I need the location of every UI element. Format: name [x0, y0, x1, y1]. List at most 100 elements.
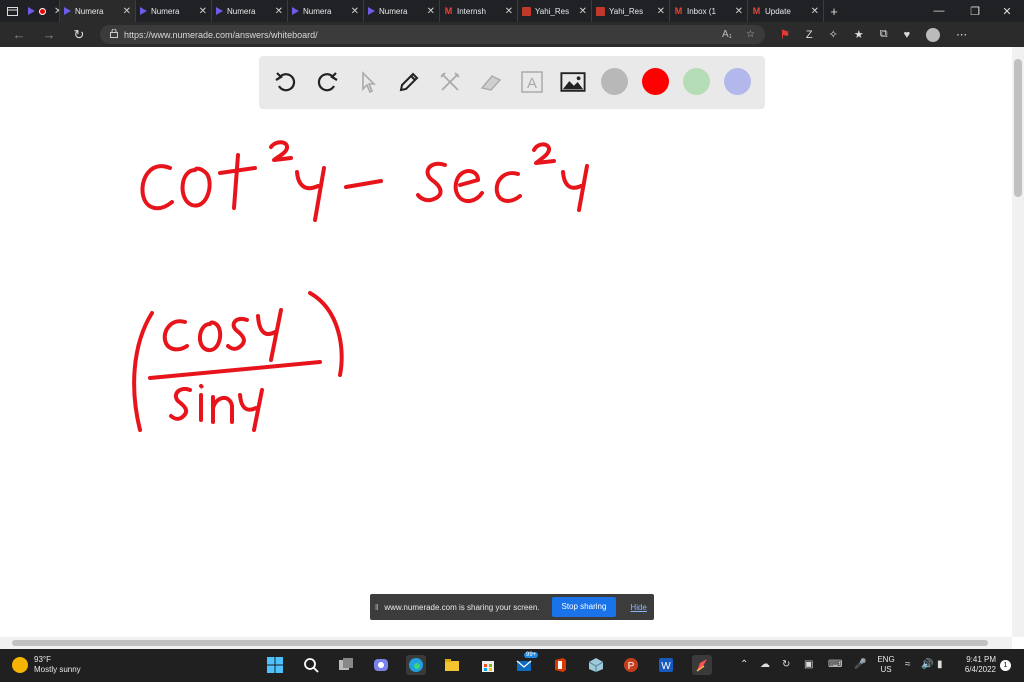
browser-tab[interactable]: Numera ✕	[288, 0, 364, 22]
read-aloud-icon[interactable]: A₁	[722, 29, 732, 40]
microphone-icon[interactable]: 🎤	[854, 659, 866, 670]
tab-close-icon[interactable]: ✕	[657, 6, 665, 17]
color-swatch-gray[interactable]	[601, 68, 628, 95]
favorites-icon[interactable]: ★	[854, 28, 864, 41]
svg-text:A: A	[527, 75, 537, 92]
powerpoint-icon[interactable]: P	[621, 655, 641, 675]
tab-close-icon[interactable]: ✕	[275, 6, 283, 17]
tab-label: Update	[765, 6, 791, 16]
more-menu-icon[interactable]: ⋯	[956, 28, 967, 41]
text-icon[interactable]: A	[519, 69, 545, 95]
file-explorer-icon[interactable]	[442, 655, 462, 675]
extension-dog-icon[interactable]: ♥	[904, 29, 911, 41]
image-icon[interactable]	[560, 69, 586, 95]
edge-browser-icon[interactable]	[406, 655, 426, 675]
system-clock[interactable]: 9:41 PM 6/4/2022	[952, 655, 996, 675]
extensions-icon[interactable]: ✧	[829, 28, 838, 41]
windows-taskbar: 93°F Mostly sunny 99+ P W ⌃ ☁ ↻ ▣ ⌨ 🎤 EN…	[0, 649, 1024, 682]
tab-label: Numera	[151, 6, 180, 16]
keyboard-icon[interactable]: ⌨	[828, 659, 842, 670]
volume-icon[interactable]: 🔊	[921, 659, 933, 670]
pen-app-icon[interactable]	[692, 655, 712, 675]
color-swatch-green[interactable]	[683, 68, 710, 95]
mail-badge: 99+	[524, 652, 539, 658]
ink-sin-s	[169, 387, 192, 421]
redo-icon[interactable]	[314, 69, 340, 95]
new-tab-button[interactable]: +	[824, 4, 844, 19]
close-window-button[interactable]: ✕	[990, 0, 1024, 22]
restore-button[interactable]: ❐	[958, 0, 992, 22]
tab-close-icon[interactable]: ✕	[735, 6, 743, 17]
browser-tab[interactable]: M Internsh ✕	[440, 0, 518, 22]
mail-icon[interactable]: 99+	[514, 652, 539, 675]
battery-icon[interactable]: ▮	[937, 659, 943, 670]
tab-actions-icon[interactable]	[0, 0, 24, 22]
browser-tab[interactable]: Numera ✕	[212, 0, 288, 22]
pen-icon[interactable]	[396, 69, 422, 95]
weather-widget[interactable]: 93°F Mostly sunny	[12, 655, 81, 675]
browser-tab[interactable]: M Inbox (1 ✕	[670, 0, 748, 22]
store-icon[interactable]	[478, 655, 498, 675]
browser-tab[interactable]: Yahi_Res ✕	[518, 0, 592, 22]
collections-icon[interactable]: ⧉	[880, 28, 888, 41]
sync-icon[interactable]: ↻	[782, 659, 790, 670]
tab-close-icon[interactable]: ✕	[579, 6, 587, 17]
color-swatch-red[interactable]	[642, 68, 669, 95]
browser-tab[interactable]: M Update ✕	[748, 0, 824, 22]
show-hidden-icons-icon[interactable]: ⌃	[740, 659, 748, 670]
vertical-scrollbar[interactable]	[1012, 47, 1024, 637]
extension-z-icon[interactable]: Z	[806, 29, 813, 41]
weather-temp: 93°F	[34, 655, 51, 664]
hide-button[interactable]: Hide	[630, 603, 646, 612]
browser-tab[interactable]: Yahi_Res ✕	[592, 0, 670, 22]
tab-strip: Nur✕Numera✕Numera✕Numera✕Numera✕Numera✕M…	[24, 0, 824, 22]
horizontal-scroll-thumb[interactable]	[12, 640, 988, 646]
ink-y-left	[295, 170, 320, 191]
profile-avatar[interactable]	[926, 27, 941, 42]
tab-close-icon[interactable]: ✕	[199, 6, 207, 17]
tab-close-icon[interactable]: ✕	[123, 6, 131, 17]
tab-close-icon[interactable]: ✕	[811, 6, 819, 17]
ink-cos-s	[226, 317, 249, 351]
wifi-icon[interactable]: ≈	[905, 659, 911, 670]
search-icon[interactable]	[301, 655, 321, 675]
undo-icon[interactable]	[273, 69, 299, 95]
teams-chat-icon[interactable]	[371, 655, 391, 675]
horizontal-scrollbar[interactable]	[0, 637, 1012, 649]
stop-sharing-button[interactable]: Stop sharing	[551, 597, 617, 617]
back-icon[interactable]: ←	[4, 27, 34, 42]
color-swatch-blue[interactable]	[724, 68, 751, 95]
ink-y2-left	[561, 170, 583, 190]
drag-handle-icon[interactable]: ‖	[375, 603, 378, 612]
office-icon[interactable]	[550, 655, 570, 675]
forward-icon[interactable]: →	[34, 27, 64, 42]
cube-app-icon[interactable]	[586, 655, 606, 675]
start-windows-icon[interactable]	[265, 655, 285, 675]
word-icon[interactable]: W	[656, 655, 676, 675]
eraser-icon[interactable]	[478, 69, 504, 95]
notification-badge[interactable]: 1	[1000, 660, 1011, 671]
browser-tab[interactable]: Nur✕	[24, 0, 60, 22]
extension-red-icon[interactable]: ⚑	[780, 28, 790, 41]
tab-close-icon[interactable]: ✕	[351, 6, 359, 17]
language-indicator[interactable]: ENG US	[876, 655, 896, 675]
tab-close-icon[interactable]: ✕	[505, 6, 513, 17]
tab-close-icon[interactable]: ✕	[427, 6, 435, 17]
whiteboard-canvas[interactable]	[0, 110, 1012, 637]
tools-icon[interactable]	[437, 69, 463, 95]
browser-tab[interactable]: Numera ✕	[136, 0, 212, 22]
refresh-icon[interactable]: ↻	[64, 27, 94, 43]
minimize-button[interactable]: —	[922, 0, 956, 22]
screen-share-bar: ‖ www.numerade.com is sharing your scree…	[370, 594, 654, 620]
pointer-icon[interactable]	[355, 69, 381, 95]
vertical-scroll-thumb[interactable]	[1014, 59, 1022, 197]
screen: Nur✕Numera✕Numera✕Numera✕Numera✕Numera✕M…	[0, 0, 1024, 682]
task-view-icon[interactable]	[336, 655, 356, 675]
ink-t-bar	[218, 166, 257, 175]
address-bar[interactable]: https://www.numerade.com/answers/whitebo…	[100, 25, 765, 44]
onedrive-cloud-icon[interactable]: ☁	[760, 659, 770, 670]
browser-tab[interactable]: Numera ✕	[364, 0, 440, 22]
favorite-star-icon[interactable]: ☆	[746, 29, 755, 40]
display-icon[interactable]: ▣	[804, 659, 813, 670]
browser-tab[interactable]: Numera ✕	[60, 0, 136, 22]
